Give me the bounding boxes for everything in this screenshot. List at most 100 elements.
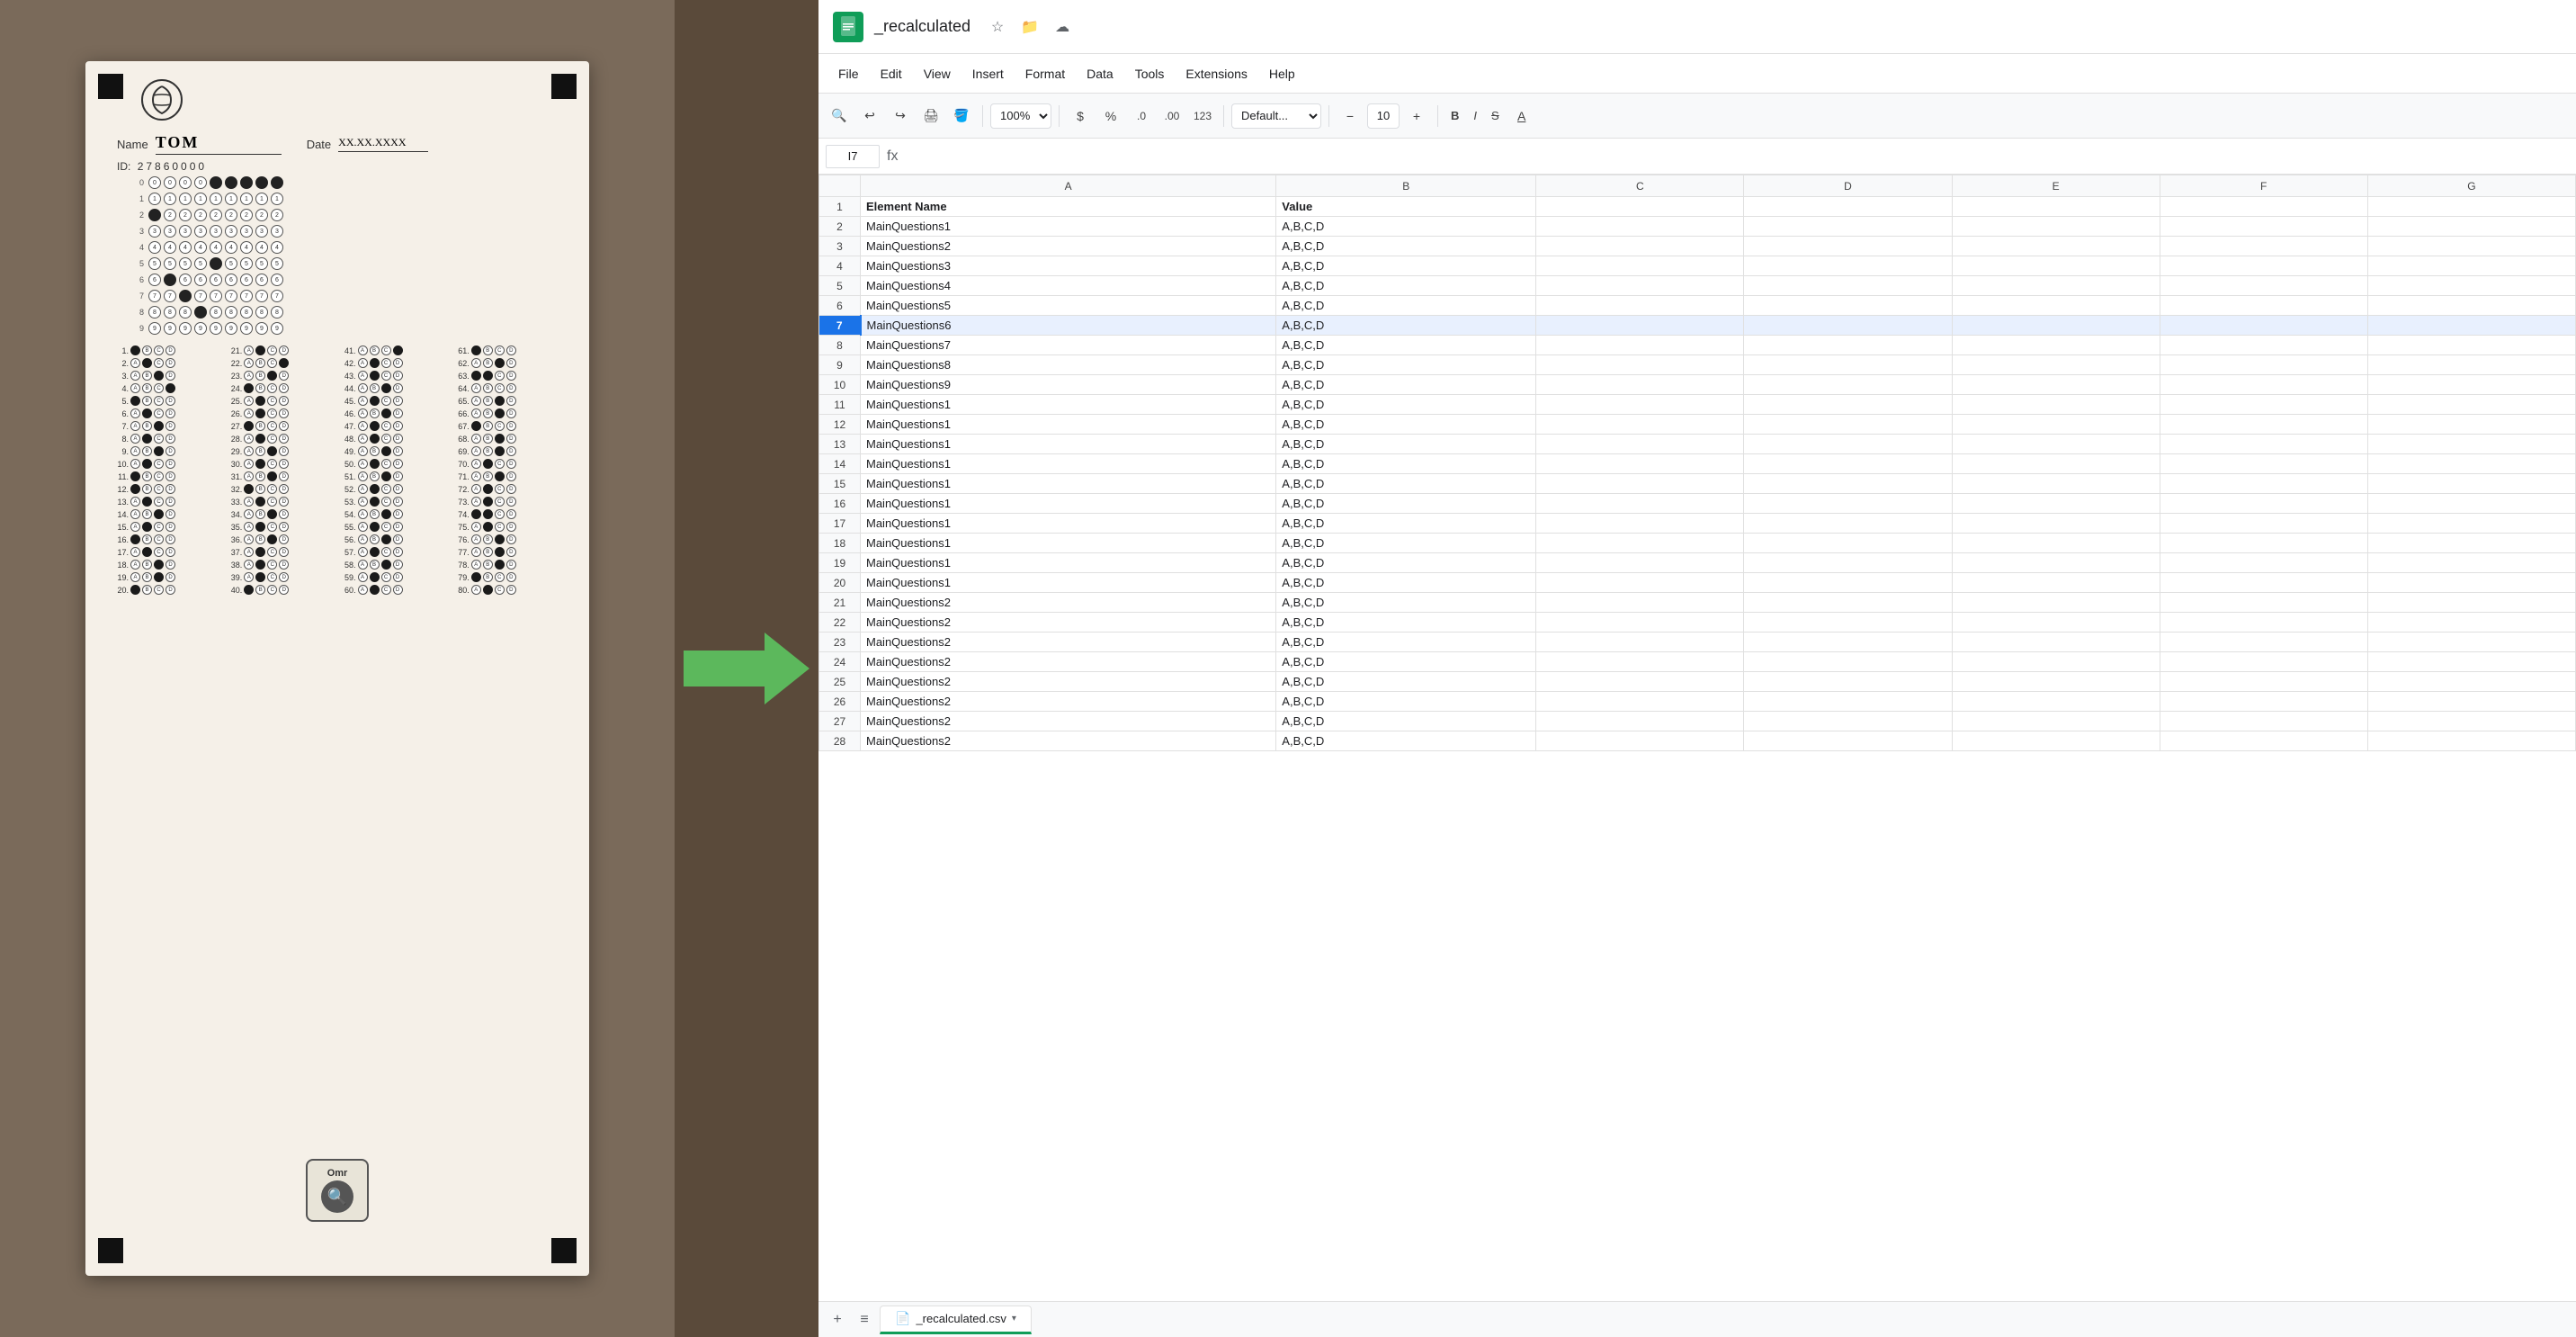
grid-cell-d18[interactable] <box>1744 534 1952 553</box>
grid-cell-g23[interactable] <box>2367 633 2575 652</box>
grid-cell-b24[interactable]: A,B,C,D <box>1276 652 1536 672</box>
grid-cell-b25[interactable]: A,B,C,D <box>1276 672 1536 692</box>
grid-cell-b4[interactable]: A,B,C,D <box>1276 256 1536 276</box>
grid-cell-e1[interactable] <box>1952 197 2160 217</box>
grid-cell-g18[interactable] <box>2367 534 2575 553</box>
grid-cell-a24[interactable]: MainQuestions2 <box>861 652 1276 672</box>
grid-cell-c28[interactable] <box>1536 731 1744 751</box>
grid-cell-e28[interactable] <box>1952 731 2160 751</box>
grid-cell-d12[interactable] <box>1744 415 1952 435</box>
grid-cell-e13[interactable] <box>1952 435 2160 454</box>
grid-cell-g19[interactable] <box>2367 553 2575 573</box>
grid-cell-a13[interactable]: MainQuestions1 <box>861 435 1276 454</box>
grid-cell-f24[interactable] <box>2160 652 2367 672</box>
grid-cell-a1[interactable]: Element Name <box>861 197 1276 217</box>
grid-cell-d23[interactable] <box>1744 633 1952 652</box>
grid-cell-b11[interactable]: A,B,C,D <box>1276 395 1536 415</box>
grid-cell-g20[interactable] <box>2367 573 2575 593</box>
grid-cell-d22[interactable] <box>1744 613 1952 633</box>
paint-format-button[interactable]: 🪣 <box>948 103 975 130</box>
col-header-e[interactable]: E <box>1952 175 2160 197</box>
grid-cell-c8[interactable] <box>1536 336 1744 355</box>
row-header[interactable]: 2 <box>819 217 861 237</box>
grid-cell-e9[interactable] <box>1952 355 2160 375</box>
row-header[interactable]: 6 <box>819 296 861 316</box>
grid-cell-b18[interactable]: A,B,C,D <box>1276 534 1536 553</box>
grid-cell-e21[interactable] <box>1952 593 2160 613</box>
grid-cell-e7[interactable] <box>1952 316 2160 336</box>
grid-cell-d14[interactable] <box>1744 454 1952 474</box>
grid-cell-a5[interactable]: MainQuestions4 <box>861 276 1276 296</box>
grid-cell-e17[interactable] <box>1952 514 2160 534</box>
number-format-button[interactable]: 123 <box>1189 103 1216 130</box>
grid-cell-c23[interactable] <box>1536 633 1744 652</box>
grid-cell-f11[interactable] <box>2160 395 2367 415</box>
grid-cell-b3[interactable]: A,B,C,D <box>1276 237 1536 256</box>
grid-cell-c16[interactable] <box>1536 494 1744 514</box>
grid-cell-e6[interactable] <box>1952 296 2160 316</box>
grid-cell-d28[interactable] <box>1744 731 1952 751</box>
grid-cell-f15[interactable] <box>2160 474 2367 494</box>
grid-cell-e14[interactable] <box>1952 454 2160 474</box>
grid-cell-c7[interactable] <box>1536 316 1744 336</box>
add-sheet-button[interactable]: + <box>826 1308 849 1332</box>
grid-cell-f10[interactable] <box>2160 375 2367 395</box>
row-header[interactable]: 26 <box>819 692 861 712</box>
grid-cell-e18[interactable] <box>1952 534 2160 553</box>
grid-cell-e24[interactable] <box>1952 652 2160 672</box>
grid-cell-g3[interactable] <box>2367 237 2575 256</box>
decimal-decrease-button[interactable]: .0 <box>1128 103 1155 130</box>
grid-cell-g25[interactable] <box>2367 672 2575 692</box>
row-header[interactable]: 21 <box>819 593 861 613</box>
grid-cell-d13[interactable] <box>1744 435 1952 454</box>
grid-cell-g2[interactable] <box>2367 217 2575 237</box>
col-header-g[interactable]: G <box>2367 175 2575 197</box>
grid-cell-g10[interactable] <box>2367 375 2575 395</box>
grid-cell-e19[interactable] <box>1952 553 2160 573</box>
grid-cell-e27[interactable] <box>1952 712 2160 731</box>
grid-cell-g6[interactable] <box>2367 296 2575 316</box>
row-header[interactable]: 15 <box>819 474 861 494</box>
grid-cell-c10[interactable] <box>1536 375 1744 395</box>
grid-cell-d4[interactable] <box>1744 256 1952 276</box>
grid-cell-a16[interactable]: MainQuestions1 <box>861 494 1276 514</box>
grid-cell-b21[interactable]: A,B,C,D <box>1276 593 1536 613</box>
search-button[interactable]: 🔍 <box>826 103 853 130</box>
col-header-c[interactable]: C <box>1536 175 1744 197</box>
grid-cell-c4[interactable] <box>1536 256 1744 276</box>
row-header[interactable]: 22 <box>819 613 861 633</box>
grid-cell-d3[interactable] <box>1744 237 1952 256</box>
row-header[interactable]: 17 <box>819 514 861 534</box>
grid-cell-g7[interactable] <box>2367 316 2575 336</box>
grid-cell-c20[interactable] <box>1536 573 1744 593</box>
grid-cell-a18[interactable]: MainQuestions1 <box>861 534 1276 553</box>
grid-cell-e5[interactable] <box>1952 276 2160 296</box>
grid-cell-a23[interactable]: MainQuestions2 <box>861 633 1276 652</box>
grid-cell-a12[interactable]: MainQuestions1 <box>861 415 1276 435</box>
grid-cell-e23[interactable] <box>1952 633 2160 652</box>
grid-cell-c24[interactable] <box>1536 652 1744 672</box>
grid-cell-g21[interactable] <box>2367 593 2575 613</box>
percent-button[interactable]: % <box>1097 103 1124 130</box>
menu-format[interactable]: Format <box>1016 61 1074 86</box>
grid-cell-c9[interactable] <box>1536 355 1744 375</box>
grid-cell-f18[interactable] <box>2160 534 2367 553</box>
grid-cell-g1[interactable] <box>2367 197 2575 217</box>
grid-cell-c5[interactable] <box>1536 276 1744 296</box>
grid-cell-d25[interactable] <box>1744 672 1952 692</box>
row-header[interactable]: 13 <box>819 435 861 454</box>
grid-cell-c6[interactable] <box>1536 296 1744 316</box>
grid-cell-f26[interactable] <box>2160 692 2367 712</box>
grid-cell-c2[interactable] <box>1536 217 1744 237</box>
grid-cell-f2[interactable] <box>2160 217 2367 237</box>
row-header[interactable]: 7 <box>819 316 861 336</box>
row-header[interactable]: 5 <box>819 276 861 296</box>
grid-cell-e22[interactable] <box>1952 613 2160 633</box>
row-header[interactable]: 8 <box>819 336 861 355</box>
grid-cell-a8[interactable]: MainQuestions7 <box>861 336 1276 355</box>
grid-cell-f23[interactable] <box>2160 633 2367 652</box>
row-header[interactable]: 9 <box>819 355 861 375</box>
grid-cell-g11[interactable] <box>2367 395 2575 415</box>
grid-cell-g12[interactable] <box>2367 415 2575 435</box>
grid-cell-f25[interactable] <box>2160 672 2367 692</box>
